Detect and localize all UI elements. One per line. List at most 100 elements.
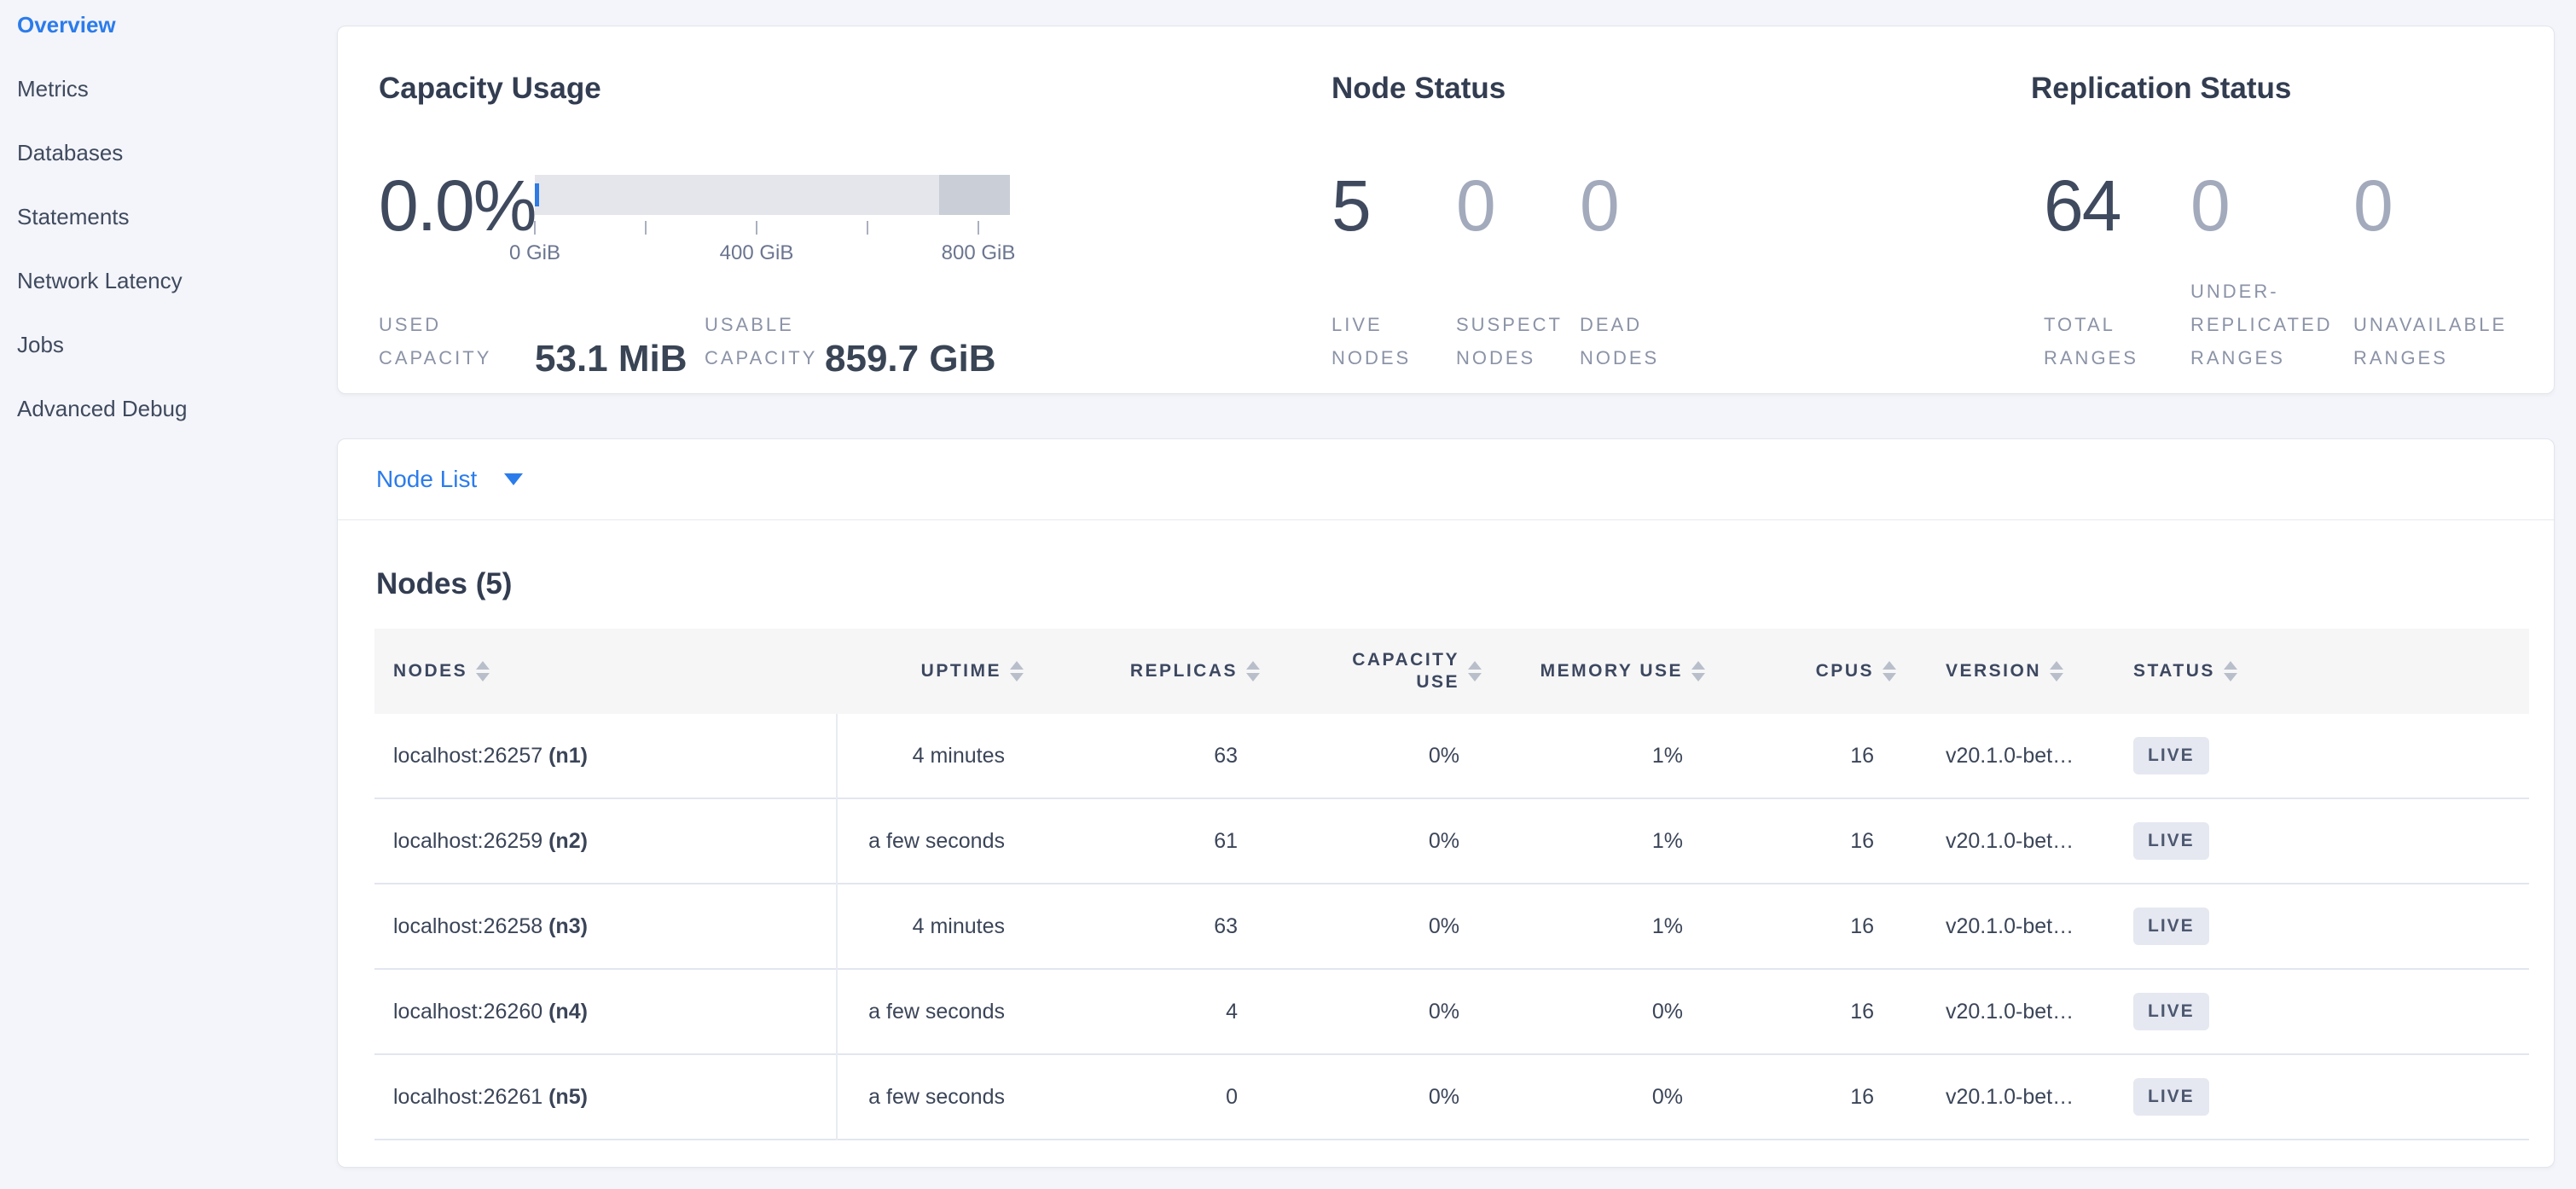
memory-use-cell: 0%	[1498, 1000, 1716, 1024]
node-id: (n5)	[548, 1085, 588, 1109]
column-header-label: MEMORY USE	[1540, 661, 1683, 682]
uptime-cell: a few seconds	[836, 1000, 1024, 1024]
node-address-cell[interactable]: localhost:26260 (n4)	[374, 1000, 836, 1024]
table-row[interactable]: localhost:26257 (n1) 4 minutes 63 0% 1% …	[374, 714, 2529, 799]
sort-icon	[1691, 661, 1705, 682]
unavailable-ranges-label: UNAVAILABLERANGES	[2353, 308, 2507, 374]
column-header-nodes[interactable]: NODES	[374, 661, 836, 682]
column-header-cpus[interactable]: CPUS	[1716, 661, 1898, 682]
column-header-replicas[interactable]: REPLICAS	[1024, 661, 1266, 682]
node-list-dropdown[interactable]: Node List	[338, 439, 2554, 520]
capacity-bar-reserved-segment	[939, 175, 1010, 215]
node-id: (n2)	[548, 829, 588, 853]
cluster-summary-card: Capacity Usage 0.0% 0 GiB 400 GiB 800 Gi…	[337, 26, 2555, 394]
status-cell: LIVE	[2133, 908, 2529, 945]
version-cell: v20.1.0-bet…	[1898, 914, 2133, 939]
sort-icon	[2050, 661, 2063, 682]
unavailable-ranges-value: 0	[2353, 170, 2392, 241]
axis-label-400: 400 GiB	[697, 241, 816, 265]
under-replicated-ranges-value: 0	[2190, 170, 2229, 241]
version-cell: v20.1.0-bet…	[1898, 1000, 2133, 1024]
sort-icon	[1468, 661, 1482, 682]
capacity-use-cell: 0%	[1266, 829, 1498, 854]
node-status-title: Node Status	[1332, 72, 1506, 106]
sort-icon	[1246, 661, 1260, 682]
axis-label-800: 800 GiB	[919, 241, 1038, 265]
sidebar-item-network-latency[interactable]: Network Latency	[17, 268, 337, 293]
version-cell: v20.1.0-bet…	[1898, 829, 2133, 854]
sidebar-item-metrics[interactable]: Metrics	[17, 76, 337, 102]
nodes-table: NODES UPTIME REPLICAS CAPACITYUSE MEMORY…	[374, 629, 2529, 1140]
column-header-label: STATUS	[2133, 661, 2215, 682]
node-id: (n4)	[548, 1000, 588, 1024]
chevron-down-icon	[504, 473, 523, 485]
replicas-cell: 63	[1024, 914, 1266, 939]
table-row[interactable]: localhost:26260 (n4) a few seconds 4 0% …	[374, 970, 2529, 1055]
status-badge: LIVE	[2133, 908, 2209, 945]
column-header-capacity-use[interactable]: CAPACITYUSE	[1266, 649, 1498, 693]
version-cell: v20.1.0-bet…	[1898, 744, 2133, 768]
sidebar-item-statements[interactable]: Statements	[17, 204, 337, 229]
replicas-cell: 4	[1024, 1000, 1266, 1024]
uptime-cell: 4 minutes	[836, 744, 1024, 768]
capacity-usage-title: Capacity Usage	[379, 72, 601, 106]
cpus-cell: 16	[1716, 1000, 1898, 1024]
table-row[interactable]: localhost:26261 (n5) a few seconds 0 0% …	[374, 1055, 2529, 1140]
uptime-cell: a few seconds	[836, 1085, 1024, 1110]
table-row[interactable]: localhost:26258 (n3) 4 minutes 63 0% 1% …	[374, 884, 2529, 970]
node-list-card: Node List Nodes (5) NODES UPTIME REPLICA…	[337, 438, 2555, 1168]
replication-status-title: Replication Status	[2031, 72, 2291, 106]
cpus-cell: 16	[1716, 1085, 1898, 1110]
node-address-cell[interactable]: localhost:26259 (n2)	[374, 829, 836, 854]
sidebar-item-overview[interactable]: Overview	[17, 12, 337, 38]
column-header-label: CPUS	[1816, 661, 1874, 682]
replicas-cell: 0	[1024, 1085, 1266, 1110]
node-address-cell[interactable]: localhost:26261 (n5)	[374, 1085, 836, 1110]
table-row[interactable]: localhost:26259 (n2) a few seconds 61 0%…	[374, 799, 2529, 884]
used-capacity-value: 53.1 MiB	[535, 339, 688, 380]
column-header-status[interactable]: STATUS	[2133, 661, 2529, 682]
node-address-cell[interactable]: localhost:26258 (n3)	[374, 914, 836, 939]
suspect-nodes-value: 0	[1456, 170, 1494, 241]
table-header-row: NODES UPTIME REPLICAS CAPACITYUSE MEMORY…	[374, 629, 2529, 714]
axis-label-0: 0 GiB	[475, 241, 595, 265]
table-column-divider	[836, 714, 838, 1140]
sort-icon	[1883, 661, 1896, 682]
node-id: (n3)	[548, 914, 588, 938]
column-header-version[interactable]: VERSION	[1898, 661, 2133, 682]
status-cell: LIVE	[2133, 822, 2529, 860]
sidebar-item-databases[interactable]: Databases	[17, 140, 337, 165]
cpus-cell: 16	[1716, 914, 1898, 939]
memory-use-cell: 1%	[1498, 829, 1716, 854]
usable-capacity-value: 859.7 GiB	[825, 339, 996, 380]
live-nodes-value: 5	[1332, 170, 1370, 241]
capacity-percent: 0.0%	[379, 170, 535, 241]
under-replicated-ranges-label: UNDER-REPLICATEDRANGES	[2190, 275, 2333, 374]
axis-tick	[867, 221, 868, 235]
column-header-label: VERSION	[1946, 661, 2041, 682]
sort-icon	[1010, 661, 1024, 682]
status-cell: LIVE	[2133, 737, 2529, 774]
status-badge: LIVE	[2133, 737, 2209, 774]
sidebar-item-advanced-debug[interactable]: Advanced Debug	[17, 396, 337, 421]
replicas-cell: 61	[1024, 829, 1266, 854]
cpus-cell: 16	[1716, 744, 1898, 768]
node-address-cell[interactable]: localhost:26257 (n1)	[374, 744, 836, 768]
column-header-memory-use[interactable]: MEMORY USE	[1498, 661, 1716, 682]
capacity-use-cell: 0%	[1266, 1085, 1498, 1110]
dead-nodes-value: 0	[1580, 170, 1618, 241]
status-badge: LIVE	[2133, 993, 2209, 1030]
version-cell: v20.1.0-bet…	[1898, 1085, 2133, 1110]
capacity-use-cell: 0%	[1266, 744, 1498, 768]
status-badge: LIVE	[2133, 1078, 2209, 1116]
suspect-nodes-label: SUSPECTNODES	[1456, 308, 1563, 374]
sort-icon	[476, 661, 490, 682]
axis-tick	[534, 221, 536, 235]
capacity-use-cell: 0%	[1266, 1000, 1498, 1024]
axis-tick	[978, 221, 979, 235]
sidebar-item-jobs[interactable]: Jobs	[17, 332, 337, 357]
column-header-uptime[interactable]: UPTIME	[836, 661, 1024, 682]
status-cell: LIVE	[2133, 993, 2529, 1030]
uptime-cell: a few seconds	[836, 829, 1024, 854]
capacity-use-cell: 0%	[1266, 914, 1498, 939]
